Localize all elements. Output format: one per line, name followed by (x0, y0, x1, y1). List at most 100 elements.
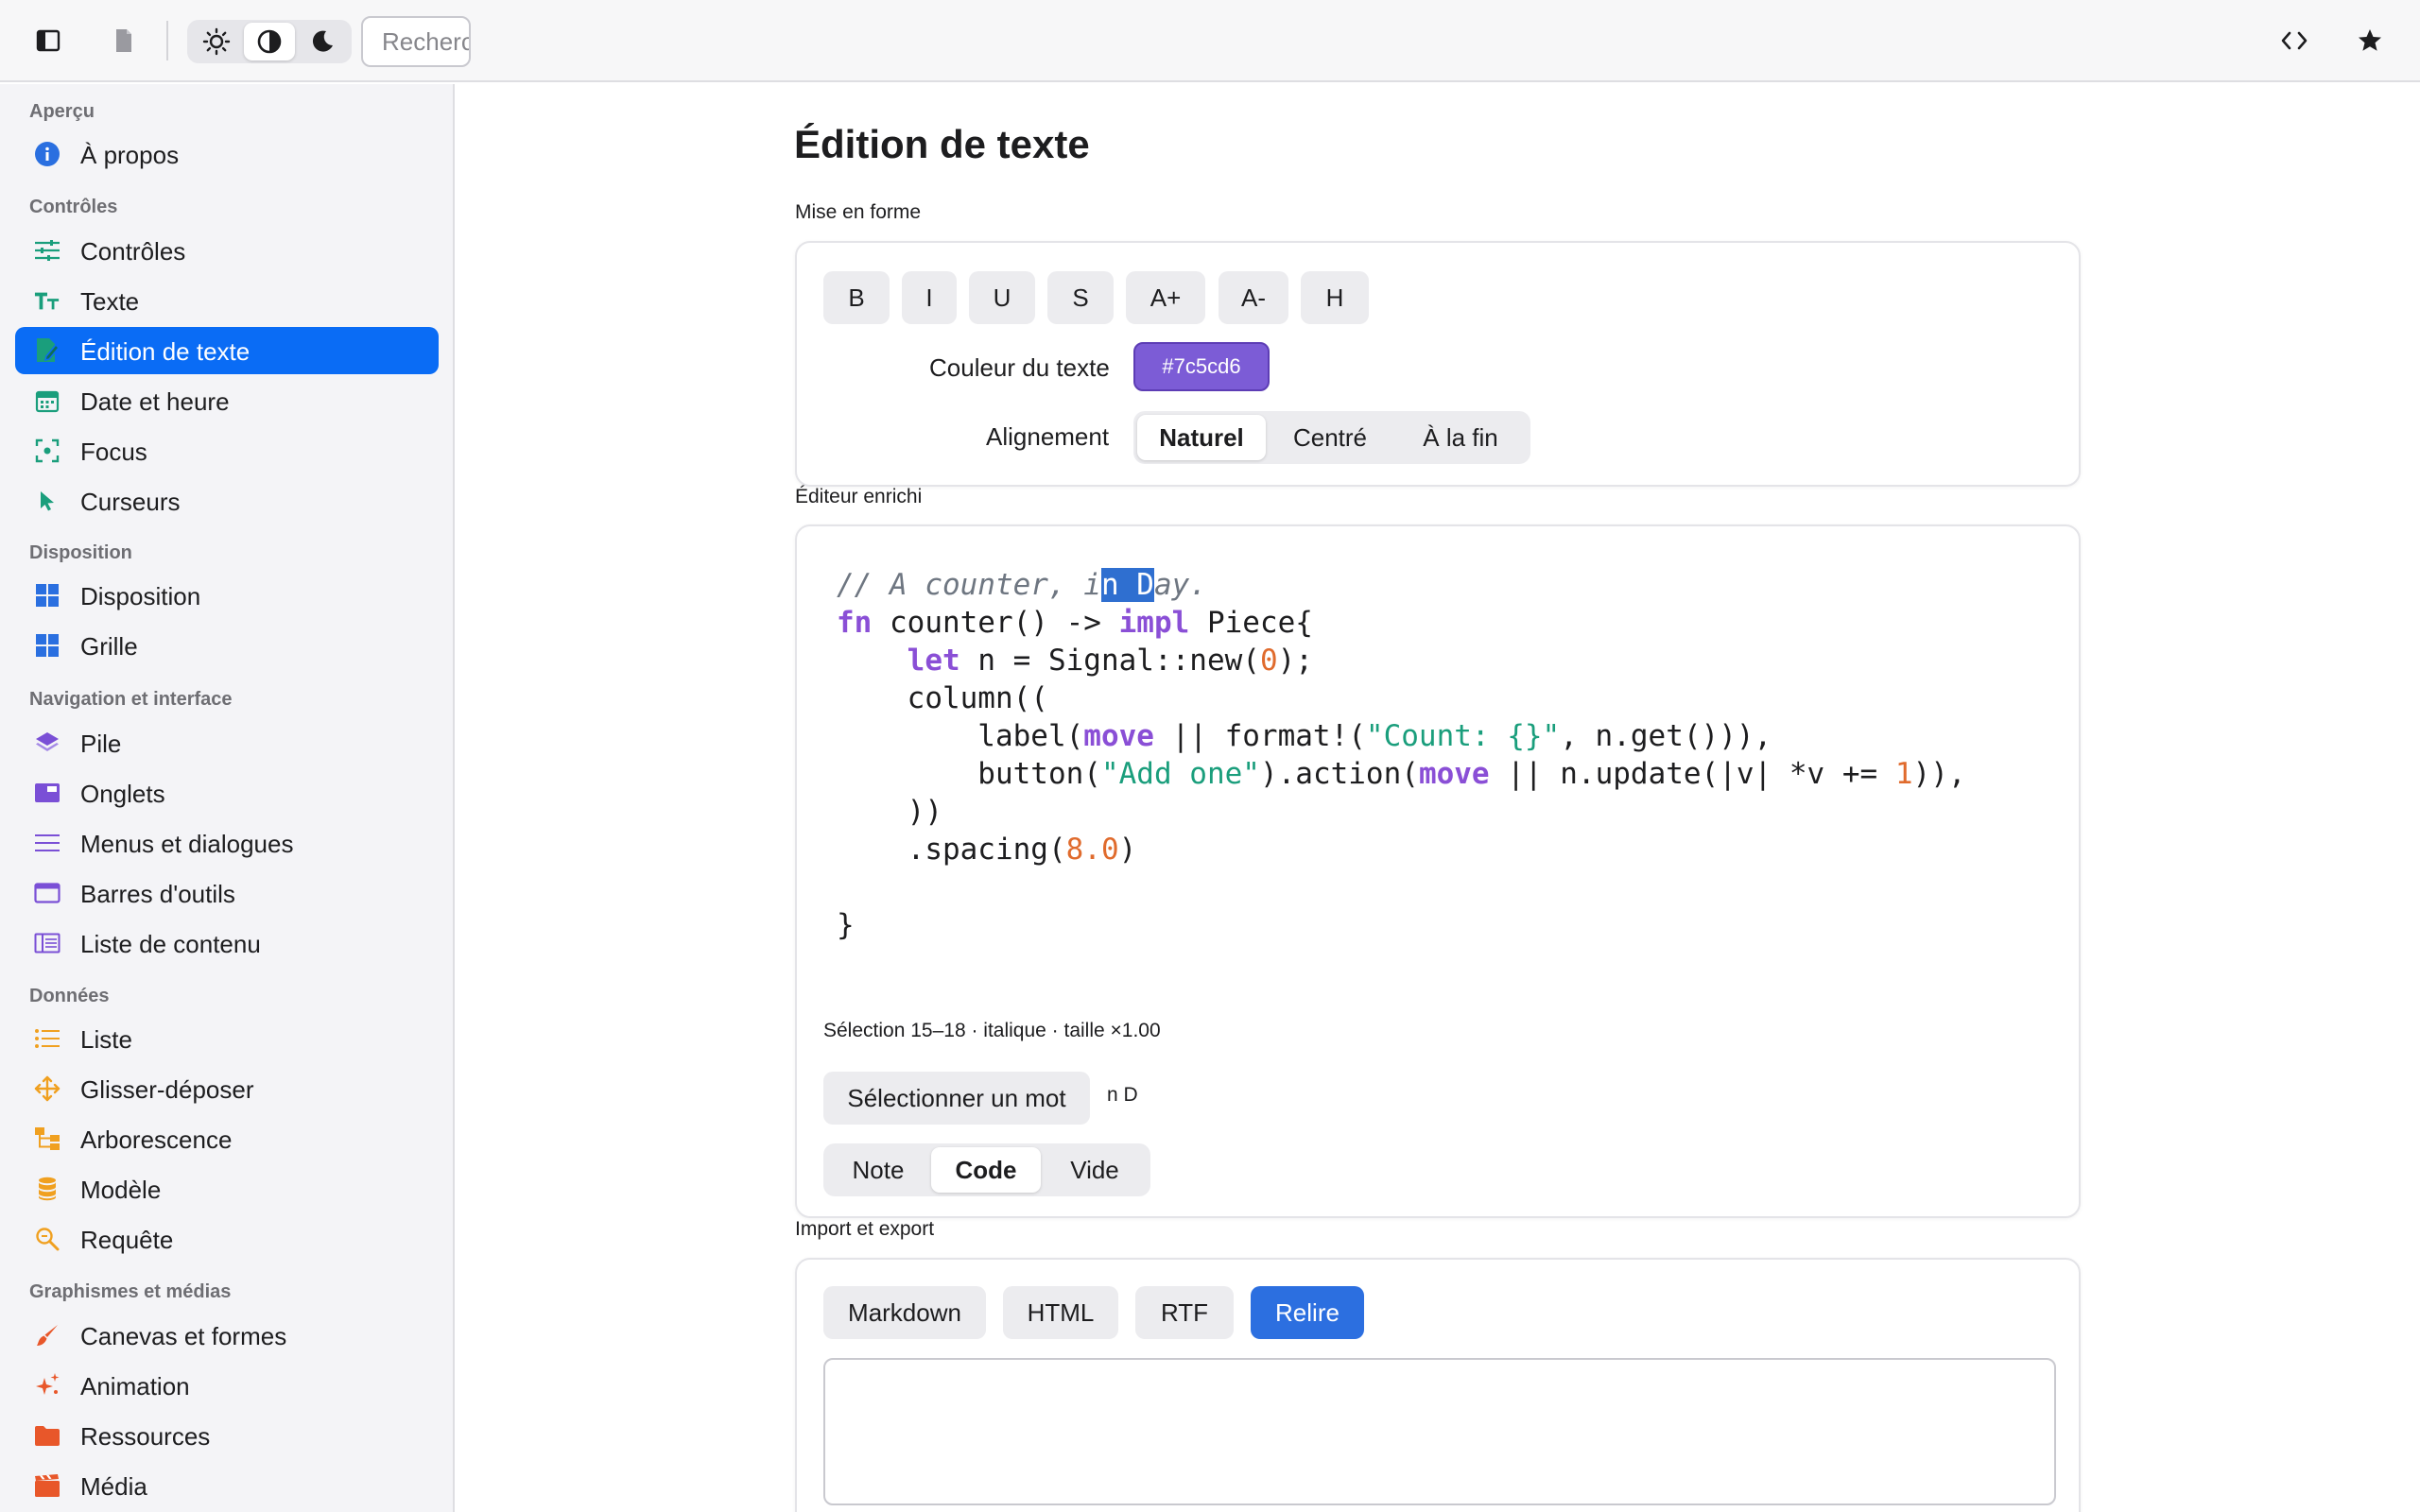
sidebar-item-liste-de-contenu[interactable]: Liste de contenu (15, 919, 439, 967)
reload-button[interactable]: Relire (1251, 1286, 1364, 1339)
code-line: .spacing(8.0) (837, 831, 1966, 868)
sidebar-item-label: Glisser-déposer (80, 1075, 254, 1104)
sidebar-item-liste[interactable]: Liste (15, 1015, 439, 1062)
toggle-sidebar-button[interactable] (26, 19, 70, 62)
mode-note-option[interactable]: Note (827, 1147, 929, 1193)
sidebar-item-label: Liste (80, 1025, 132, 1054)
sidebar-item-modele[interactable]: Modèle (15, 1165, 439, 1212)
text-color-picker[interactable]: #7c5cd6 (1133, 342, 1270, 391)
sidebar-item-edition-de-texte[interactable]: Édition de texte (15, 327, 439, 374)
folder-icon (34, 1422, 60, 1449)
sidebar-item-a-propos[interactable]: À propos (15, 130, 439, 178)
sidebar-item-disposition[interactable]: Disposition (15, 572, 439, 619)
export-markdown-button[interactable]: Markdown (823, 1286, 986, 1339)
code-token: 0 (1259, 644, 1278, 678)
sidebar-item-arborescence[interactable]: Arborescence (15, 1115, 439, 1162)
sidebar-item-texte[interactable]: Texte (15, 277, 439, 324)
toolbar-divider (166, 21, 168, 60)
selected-text-output: n D (1107, 1084, 1138, 1106)
sidebar-item-label: Barres d'outils (80, 880, 235, 908)
code-selection: n D (1100, 568, 1154, 602)
sidebar-section-title: Aperçu (29, 101, 95, 122)
bold-button[interactable]: B (823, 271, 890, 324)
export-output-textarea[interactable] (823, 1358, 2056, 1505)
code-line: column(( (837, 679, 1966, 717)
sidebar-item-media[interactable]: Média (15, 1462, 439, 1509)
code-token: "Add one" (1100, 757, 1260, 791)
sidebar-item-focus[interactable]: Focus (15, 427, 439, 474)
underline-button[interactable]: U (969, 271, 1035, 324)
sidebar-item-glisser-deposer[interactable]: Glisser-déposer (15, 1065, 439, 1112)
favorite-button[interactable] (2348, 19, 2392, 62)
sidebar-section-title: Graphismes et médias (29, 1281, 232, 1302)
align-end-option[interactable]: À la fin (1394, 415, 1527, 460)
export-rtf-button[interactable]: RTF (1135, 1286, 1234, 1339)
code-token: ) (1118, 833, 1137, 867)
code-icon (2281, 31, 2308, 50)
sidebar-item-label: Canevas et formes (80, 1322, 287, 1350)
sidebar-item-label: Animation (80, 1372, 190, 1400)
code-token: impl (1118, 606, 1190, 640)
code-token: move (1418, 757, 1490, 791)
sidebar-item-controles[interactable]: Contrôles (15, 227, 439, 274)
import-export-section-label: Import et export (795, 1218, 935, 1240)
theme-switcher (187, 20, 352, 63)
sidebar-item-label: Pile (80, 730, 122, 758)
view-source-button[interactable] (2273, 19, 2316, 62)
align-center-option[interactable]: Centré (1268, 415, 1392, 460)
code-token: || n.update(|v| *v += (1489, 757, 1895, 791)
increase-size-button[interactable]: A+ (1126, 271, 1205, 324)
code-token: ); (1277, 644, 1313, 678)
sidebar-item-barres-d-outils[interactable]: Barres d'outils (15, 869, 439, 917)
mode-empty-option[interactable]: Vide (1043, 1147, 1147, 1193)
code-token: ).action( (1259, 757, 1419, 791)
auto-theme-button[interactable] (244, 23, 295, 60)
sidebar-item-curseurs[interactable]: Curseurs (15, 477, 439, 524)
select-word-button[interactable]: Sélectionner un mot (823, 1072, 1090, 1125)
sidebar-item-label: Date et heure (80, 387, 230, 416)
sidebar-item-ressources[interactable]: Ressources (15, 1412, 439, 1459)
moon-icon (312, 30, 333, 52)
light-theme-button[interactable] (191, 23, 242, 60)
rich-editor-card: // A counter, in Day. fn counter() -> imp… (795, 524, 2081, 1218)
italic-button[interactable]: I (902, 271, 957, 324)
code-token: } (837, 908, 855, 942)
code-line: let n = Signal::new(0); (837, 642, 1966, 679)
sidebar-item-canevas-et-formes[interactable]: Canevas et formes (15, 1312, 439, 1359)
sidebar-item-requete[interactable]: Requête (15, 1215, 439, 1263)
code-line: label(move || format!("Count: {}", n.get… (837, 717, 1966, 755)
sidebar-item-menus-et-dialogues[interactable]: Menus et dialogues (15, 819, 439, 867)
strikethrough-button[interactable]: S (1047, 271, 1114, 324)
sidebar-item-grille[interactable]: Grille (15, 622, 439, 669)
menu-icon (34, 830, 60, 856)
sliders-icon (34, 237, 60, 264)
editor-mode-segmented-control: Note Code Vide (823, 1143, 1150, 1196)
document-button[interactable] (102, 19, 146, 62)
sidebar-item-date-et-heure[interactable]: Date et heure (15, 377, 439, 424)
code-token: , n.get())), (1560, 719, 1772, 753)
sidebar-item-label: Disposition (80, 582, 201, 610)
sidebar-item-label: Curseurs (80, 488, 181, 516)
code-editor[interactable]: // A counter, in Day. fn counter() -> imp… (837, 566, 1966, 944)
highlight-button[interactable]: H (1301, 271, 1369, 324)
sidebar-item-animation[interactable]: Animation (15, 1362, 439, 1409)
sidebar-item-pile[interactable]: Pile (15, 719, 439, 766)
export-html-button[interactable]: HTML (1003, 1286, 1118, 1339)
align-natural-option[interactable]: Naturel (1137, 415, 1266, 460)
content-list-icon (34, 930, 60, 956)
mode-code-option[interactable]: Code (931, 1147, 1041, 1193)
info-icon (34, 141, 60, 167)
dark-theme-button[interactable] (297, 23, 348, 60)
sidebar-item-onglets[interactable]: Onglets (15, 769, 439, 816)
decrease-size-button[interactable]: A- (1219, 271, 1288, 324)
sidebar-item-label: Arborescence (80, 1125, 233, 1154)
page-title: Édition de texte (794, 122, 1090, 166)
sidebar-item-label: Média (80, 1472, 147, 1501)
search-input[interactable] (361, 16, 471, 67)
search-icon (34, 1226, 60, 1252)
sidebar-item-label: Modèle (80, 1176, 162, 1204)
sidebar-section-title: Navigation et interface (29, 689, 233, 710)
code-token: counter() -> (872, 606, 1119, 640)
text-size-icon (34, 287, 60, 314)
